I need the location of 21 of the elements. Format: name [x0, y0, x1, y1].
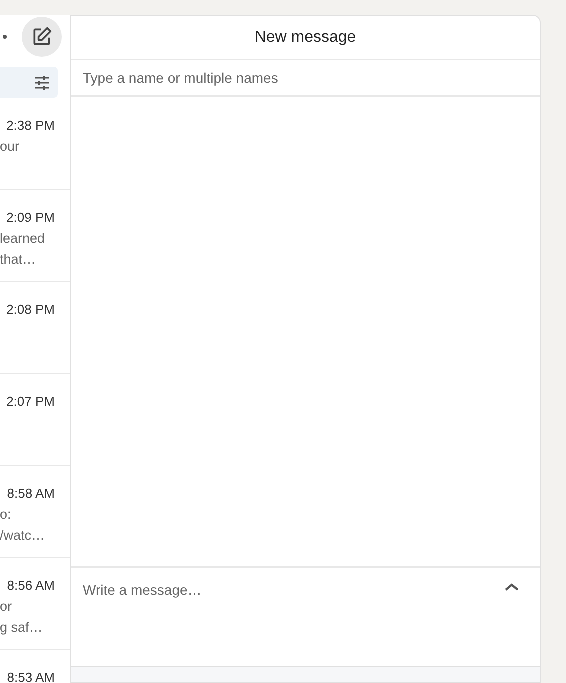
conversation-time: 2:38 PM	[6, 117, 55, 135]
filter-icon[interactable]	[34, 76, 50, 90]
message-preview: learned	[0, 230, 46, 248]
conversation-time: 2:07 PM	[6, 393, 55, 411]
conversation-time: 2:09 PM	[6, 209, 55, 227]
message-preview: g saf…	[0, 619, 44, 637]
conversation-time: 8:53 AM	[6, 669, 55, 683]
message-preview: our	[0, 138, 21, 156]
pencil-square-icon	[31, 26, 53, 48]
conversation-time: 2:08 PM	[6, 301, 55, 319]
message-preview: that…	[0, 251, 38, 269]
message-preview: /watc…	[0, 527, 46, 545]
compose-button[interactable]	[22, 17, 62, 57]
message-preview: or	[0, 598, 14, 616]
conversation-time: 8:58 AM	[6, 485, 55, 503]
chevron-up-icon[interactable]	[504, 582, 520, 592]
conversation-time: 8:56 AM	[6, 577, 55, 595]
panel-title: New message	[254, 28, 356, 48]
message-preview: o:	[0, 506, 12, 524]
dot-icon	[3, 35, 7, 39]
search-bar[interactable]	[0, 67, 58, 98]
